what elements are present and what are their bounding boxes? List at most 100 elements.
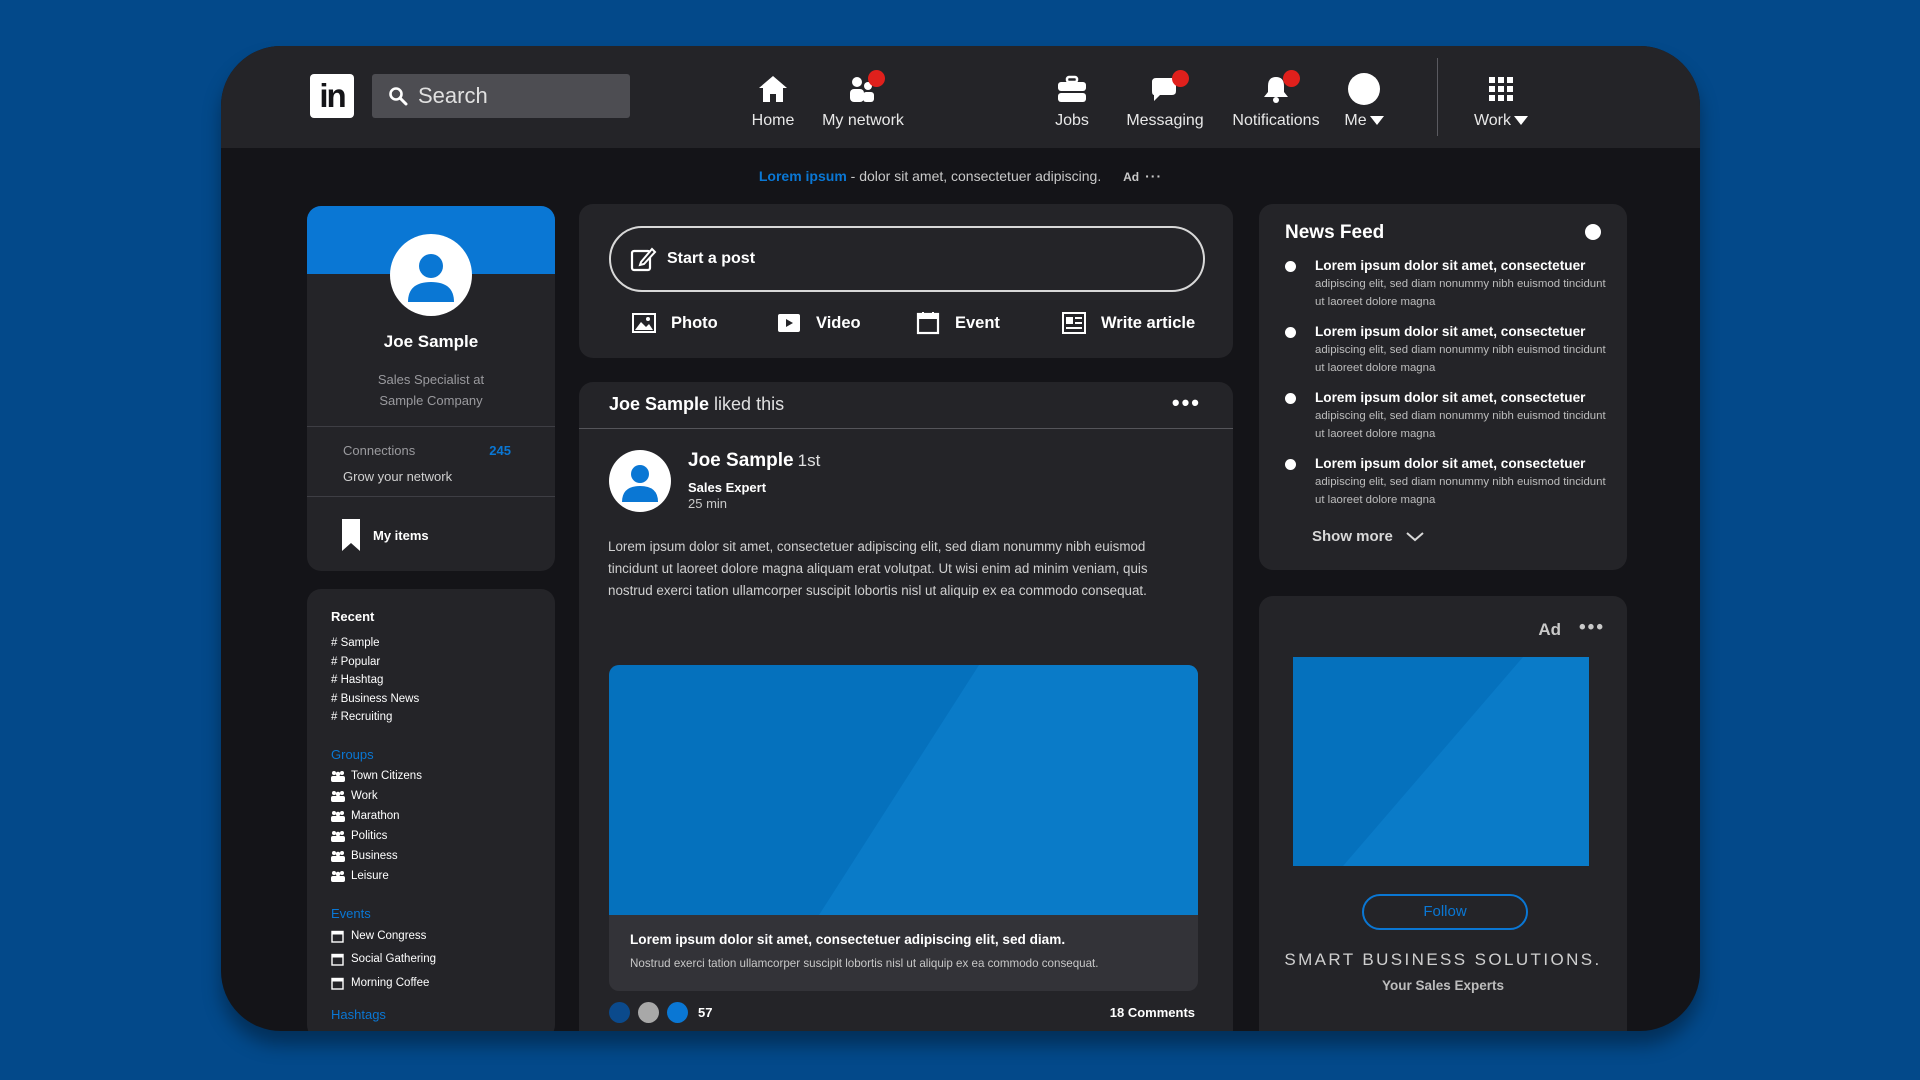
group-item[interactable]: Politics bbox=[331, 826, 555, 846]
news-item[interactable]: Lorem ipsum dolor sit amet, consectetuer… bbox=[1285, 456, 1615, 509]
event-item[interactable]: New Congress bbox=[331, 925, 555, 949]
ad-card-more-button[interactable]: ••• bbox=[1579, 617, 1605, 639]
search-input[interactable]: Search bbox=[372, 74, 630, 118]
event-button[interactable]: Event bbox=[915, 311, 1000, 335]
news-item[interactable]: Lorem ipsum dolor sit amet, consectetuer… bbox=[1285, 390, 1615, 443]
follow-button[interactable]: Follow bbox=[1362, 894, 1528, 930]
linkedin-logo[interactable]: in bbox=[310, 74, 354, 118]
recent-item[interactable]: # Business News bbox=[331, 690, 555, 709]
ad-label: Ad bbox=[1123, 170, 1140, 184]
network-badge bbox=[868, 70, 885, 87]
event-item[interactable]: Morning Coffee bbox=[331, 972, 555, 996]
post-more-button[interactable]: ••• bbox=[1172, 390, 1201, 416]
briefcase-icon bbox=[1058, 75, 1086, 102]
nav-home[interactable]: Home bbox=[742, 72, 804, 130]
top-nav-bar: in Search Home My network Jobs Messaging… bbox=[221, 46, 1700, 148]
events-heading[interactable]: Events bbox=[331, 906, 555, 921]
video-icon bbox=[778, 314, 800, 332]
post-context: Joe Sample liked this bbox=[609, 394, 784, 415]
chevron-down-icon bbox=[1406, 531, 1424, 541]
bullet-icon bbox=[1285, 459, 1296, 470]
group-icon bbox=[331, 790, 345, 802]
profile-avatar[interactable] bbox=[390, 234, 472, 316]
connections-row[interactable]: Connections 245 bbox=[343, 443, 511, 458]
grow-network-link[interactable]: Grow your network bbox=[343, 469, 452, 484]
nav-jobs[interactable]: Jobs bbox=[1051, 72, 1093, 130]
media-title: Lorem ipsum dolor sit amet, consectetuer… bbox=[630, 932, 1066, 947]
group-label: Work bbox=[351, 789, 378, 802]
my-items-link[interactable]: My items bbox=[341, 518, 429, 552]
nav-me-label-wrap: Me bbox=[1339, 112, 1389, 130]
news-item-desc: adipiscing elit, sed diam nonummy nibh e… bbox=[1315, 476, 1606, 506]
author-name-wrap: Joe Sample 1st bbox=[688, 450, 820, 472]
profile-name[interactable]: Joe Sample bbox=[307, 332, 555, 352]
reactions[interactable]: 57 bbox=[609, 1002, 712, 1023]
liker-name[interactable]: Joe Sample bbox=[609, 394, 709, 414]
nav-work[interactable]: Work bbox=[1468, 72, 1534, 130]
write-article-label: Write article bbox=[1101, 313, 1196, 332]
left-sidebar-list: Recent # Sample # Popular # Hashtag # Bu… bbox=[307, 589, 555, 1031]
author-name[interactable]: Joe Sample bbox=[688, 450, 794, 471]
ad-image[interactable] bbox=[1293, 657, 1589, 866]
ad-link[interactable]: Lorem ipsum bbox=[759, 168, 847, 184]
news-item-title: Lorem ipsum dolor sit amet, consectetuer bbox=[1315, 456, 1586, 471]
group-item[interactable]: Marathon bbox=[331, 806, 555, 826]
nav-notifications[interactable]: Notifications bbox=[1226, 70, 1326, 130]
post-composer: Start a post Photo Video Event Write art… bbox=[579, 204, 1233, 358]
recent-heading: Recent bbox=[331, 609, 375, 624]
nav-me[interactable]: Me bbox=[1339, 72, 1389, 130]
ad-more-button[interactable]: ··· bbox=[1145, 168, 1162, 184]
nav-my-network[interactable]: My network bbox=[818, 70, 908, 130]
ad-image-shape bbox=[1343, 657, 1589, 866]
comments-link[interactable]: 18 Comments bbox=[1110, 1005, 1195, 1020]
media-image-shape bbox=[819, 665, 1198, 915]
start-post-label: Start a post bbox=[667, 250, 756, 267]
video-button[interactable]: Video bbox=[776, 311, 861, 335]
bullet-icon bbox=[1285, 261, 1296, 272]
photo-icon bbox=[632, 313, 656, 333]
profile-title: Sales Specialist at Sample Company bbox=[307, 369, 555, 411]
nav-home-label: Home bbox=[751, 112, 795, 129]
post-media-image bbox=[609, 665, 1198, 915]
group-label: Politics bbox=[351, 829, 388, 842]
news-item[interactable]: Lorem ipsum dolor sit amet, consectetuer… bbox=[1285, 324, 1615, 377]
group-item[interactable]: Work bbox=[331, 786, 555, 806]
group-label: Marathon bbox=[351, 809, 400, 822]
group-label: Business bbox=[351, 849, 398, 862]
top-ad-line: Lorem ipsum - dolor sit amet, consectetu… bbox=[221, 168, 1700, 184]
nav-jobs-label: Jobs bbox=[1055, 112, 1089, 129]
show-more-button[interactable]: Show more bbox=[1312, 528, 1425, 545]
group-item[interactable]: Leisure bbox=[331, 866, 555, 886]
group-icon bbox=[331, 870, 345, 882]
event-label: Social Gathering bbox=[351, 953, 437, 965]
author-avatar[interactable] bbox=[609, 450, 671, 512]
my-items-label: My items bbox=[373, 527, 429, 543]
photo-button[interactable]: Photo bbox=[631, 311, 718, 335]
hashtags-heading[interactable]: Hashtags bbox=[331, 1007, 555, 1022]
media-description: Nostrud exerci tation ullamcorper suscip… bbox=[630, 957, 1099, 970]
liked-text: liked this bbox=[709, 394, 785, 414]
event-label: New Congress bbox=[351, 929, 427, 942]
recent-item[interactable]: # Recruiting bbox=[331, 708, 555, 727]
news-item[interactable]: Lorem ipsum dolor sit amet, consectetuer… bbox=[1285, 258, 1615, 311]
recent-item[interactable]: # Sample bbox=[331, 634, 555, 653]
group-icon bbox=[331, 810, 345, 822]
calendar-icon bbox=[331, 977, 344, 990]
group-item[interactable]: Business bbox=[331, 846, 555, 866]
news-item-desc: adipiscing elit, sed diam nonummy nibh e… bbox=[1315, 410, 1606, 440]
search-placeholder: Search bbox=[418, 83, 488, 108]
recent-item[interactable]: # Hashtag bbox=[331, 671, 555, 690]
recent-item[interactable]: # Popular bbox=[331, 653, 555, 672]
search-icon bbox=[389, 87, 408, 106]
ad-tagline: Your Sales Experts bbox=[1381, 978, 1505, 993]
nav-me-label: Me bbox=[1344, 112, 1367, 129]
nav-messaging[interactable]: Messaging bbox=[1125, 70, 1205, 130]
event-item[interactable]: Social Gathering bbox=[331, 948, 555, 972]
user-icon bbox=[408, 254, 454, 302]
post-media-card[interactable]: Lorem ipsum dolor sit amet, consectetuer… bbox=[609, 665, 1198, 991]
group-item[interactable]: Town Citizens bbox=[331, 766, 555, 786]
news-info-icon[interactable] bbox=[1585, 224, 1601, 240]
groups-heading[interactable]: Groups bbox=[331, 747, 555, 762]
start-post-button[interactable]: Start a post bbox=[609, 226, 1205, 292]
write-article-button[interactable]: Write article bbox=[1061, 311, 1195, 335]
